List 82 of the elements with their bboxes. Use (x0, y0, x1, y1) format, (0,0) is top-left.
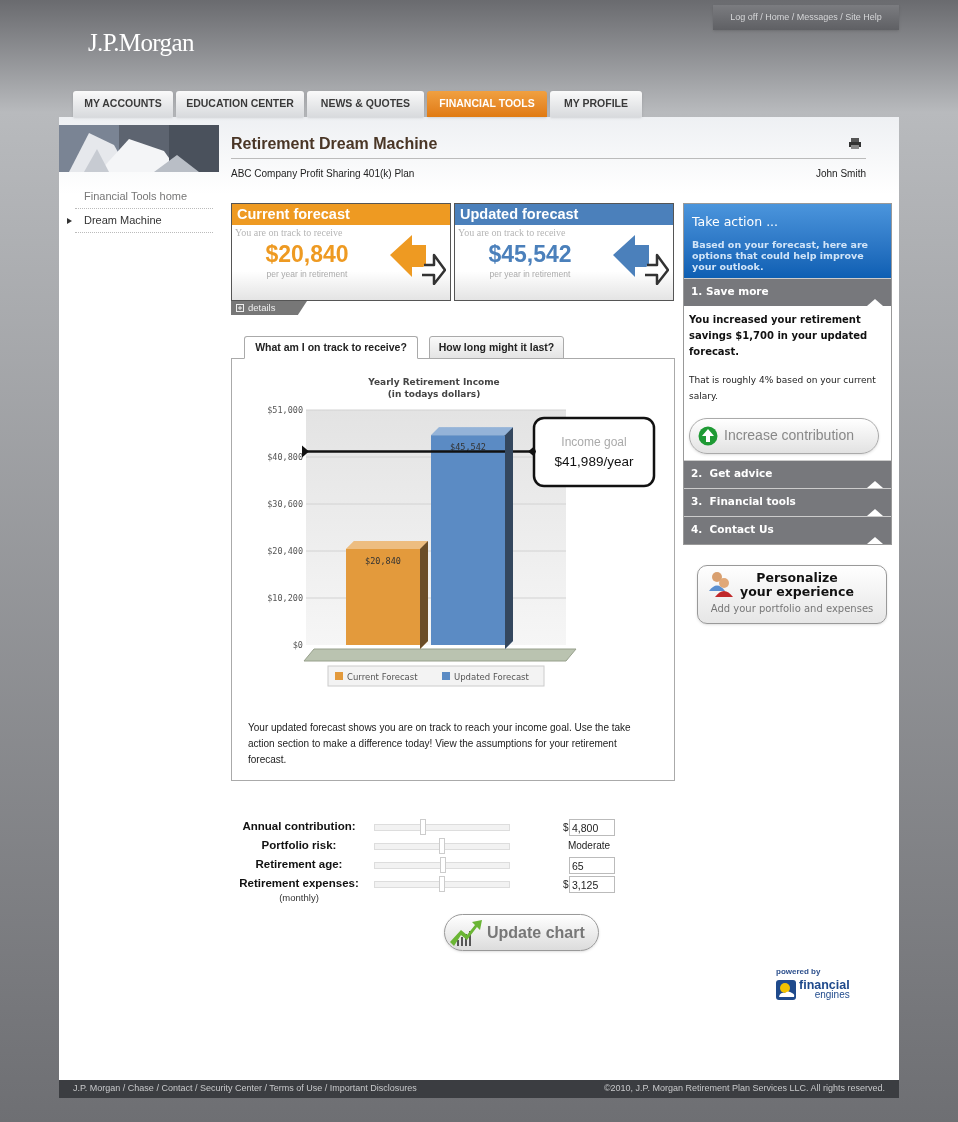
goal-value: $41,989/year (554, 454, 634, 469)
brand-name: financial (799, 979, 850, 990)
details-toggle[interactable]: details (231, 301, 307, 315)
section-header[interactable]: 3. Financial tools (684, 487, 891, 516)
personalize-button[interactable]: Personalize your experience Add your portfolio and expenses (697, 564, 887, 624)
plan-name: ABC Company Profit Sharing 401(k) Plan (231, 167, 415, 181)
take-action-title: Take action ... (692, 213, 780, 231)
intro-text: You are on track to receive (457, 226, 566, 240)
chart-subtitle: (in todays dollars) (387, 389, 481, 399)
chart-arrow-icon (449, 917, 483, 948)
slider[interactable] (374, 857, 510, 873)
user-name: John Smith (815, 167, 866, 181)
footer-links[interactable]: J.P. Morgan / Chase / Contact / Security Center / Terms of Use / Important Disclosures (73, 1082, 417, 1096)
page-title: Retirement Dream Machine (231, 133, 438, 154)
triangle-icon (867, 508, 883, 516)
chart-tab[interactable]: What am I on track to receive? (244, 336, 418, 359)
input-field[interactable]: 65 (569, 857, 615, 874)
axis-tick-label: $0 (292, 640, 303, 650)
axis-tick-label: $30,600 (267, 499, 303, 509)
people-icon (709, 570, 733, 597)
card-header: Updated forecast (455, 204, 673, 225)
nav-tab[interactable]: NEWS & QUOTES (307, 91, 424, 117)
slider[interactable] (374, 819, 510, 835)
plus-icon (236, 304, 244, 312)
input-note: (monthly) (279, 891, 319, 905)
axis-tick-label: $20,400 (267, 546, 303, 556)
summary-text: Your updated forecast shows you are on track to reach your income goal. Use the take action section to make a difference today! View the assumptions for your retirement forecast. (247, 721, 632, 767)
input-label: Portfolio risk: (261, 838, 337, 853)
utility-links[interactable]: Log off / Home / Messages / Site Help (713, 5, 899, 30)
triangle-icon (867, 536, 883, 544)
input-label: Retirement expenses: (239, 876, 359, 891)
slider-thumb[interactable] (440, 857, 447, 873)
input-field[interactable]: 3,125 (569, 876, 615, 893)
legend-label: Current Forecast (347, 672, 418, 682)
powered-by-text: powered by (776, 965, 822, 978)
forecast-amount: $20,840 (265, 240, 349, 268)
nav-tab[interactable]: MY PROFILE (550, 91, 642, 117)
input-label: Retirement age: (255, 857, 343, 872)
arrows-icon (388, 233, 446, 285)
forecast-amount: $45,542 (488, 240, 572, 268)
nav-tab[interactable]: MY ACCOUNTS (73, 91, 173, 117)
triangle-icon (867, 480, 883, 488)
input-value: Moderate (567, 839, 611, 853)
legend-label: Updated Forecast (454, 672, 529, 682)
axis-tick-label: $10,200 (267, 593, 303, 603)
intro-text: You are on track to receive (234, 226, 343, 240)
nav-tab[interactable]: EDUCATION CENTER (176, 91, 304, 117)
sun-cloud-icon (776, 979, 796, 1000)
currency-symbol: $ (563, 821, 569, 835)
section-header[interactable]: 2. Get advice (684, 459, 891, 488)
input-field[interactable]: 4,800 (569, 819, 615, 836)
arrow-icon (67, 218, 72, 224)
input-label: Annual contribution: (242, 819, 356, 834)
personalize-title: Personalize your experience (739, 570, 855, 599)
personalize-subtitle: Add your portfolio and expenses (710, 601, 874, 616)
card-header: Current forecast (232, 204, 450, 225)
chart-tab[interactable]: How long might it last? (429, 336, 564, 359)
currency-symbol: $ (563, 878, 569, 892)
slider-thumb[interactable] (439, 876, 445, 892)
chart-title: Yearly Retirement Income (368, 377, 500, 387)
brand-subtitle: engines (814, 989, 850, 1000)
logo: J.P.Morgan (88, 28, 194, 58)
axis-tick-label: $51,000 (267, 405, 303, 415)
update-chart-button[interactable]: Update chart (444, 914, 599, 951)
axis-tick-label: $40,800 (267, 452, 303, 462)
sidebar-link[interactable]: Dream Machine (75, 212, 162, 229)
printer-icon (849, 138, 861, 149)
data-label: $45,542 (450, 442, 486, 453)
slider-thumb[interactable] (419, 819, 426, 835)
goal-label: Income goal (561, 435, 627, 449)
copyright-text: ©2010, J.P. Morgan Retirement Plan Services LLC. All rights reserved. (603, 1082, 885, 1096)
slider-thumb[interactable] (439, 838, 445, 854)
slider[interactable] (374, 876, 510, 892)
data-label: $20,840 (365, 555, 401, 566)
arrows-icon (611, 233, 669, 285)
section-headline: You increased your retirement savings $1,700 in your updated forecast. (689, 312, 869, 359)
sidebar-link[interactable]: Financial Tools home (75, 188, 188, 205)
section-header[interactable]: 1. Save more (684, 277, 891, 306)
section-header[interactable]: 4. Contact Us (684, 515, 891, 544)
section-text: That is roughly 4% based on your current salary. (689, 373, 877, 403)
take-action-intro: Based on your forecast, here are options that could help improve your outlook. (692, 238, 870, 272)
slider[interactable] (374, 838, 510, 854)
